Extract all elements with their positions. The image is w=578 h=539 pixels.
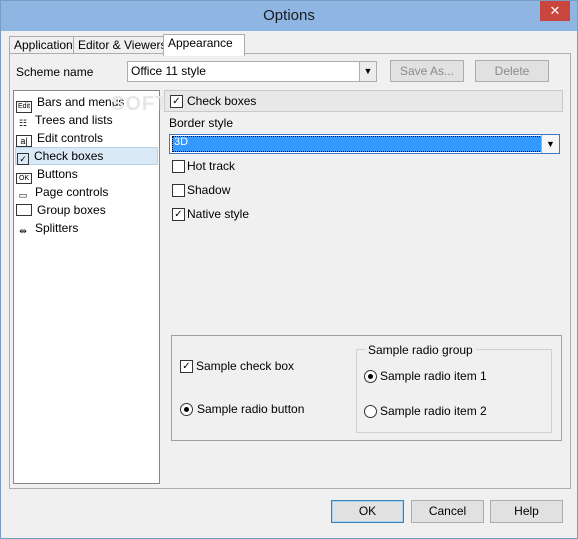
- tree-item-label: Group boxes: [37, 203, 106, 217]
- panel-header-title: Check boxes: [187, 94, 257, 108]
- native-style-checkbox[interactable]: ✓: [172, 208, 185, 221]
- sample-radio-group-title: Sample radio group: [365, 343, 476, 357]
- tree-item-edit-controls[interactable]: a| Edit controls: [16, 130, 104, 147]
- category-tree[interactable]: Edit Bars and menus ☷ Trees and lists a| Ed…: [13, 90, 160, 484]
- tree-item-bars-and-menus[interactable]: Edit Bars and menus: [16, 94, 124, 113]
- title-bar: Options ✕: [1, 1, 577, 31]
- tree-list-icon: ☷: [18, 118, 28, 128]
- button-icon: OK: [16, 173, 32, 184]
- border-style-value: 3D: [174, 136, 189, 148]
- tree-item-label: Edit controls: [37, 131, 104, 145]
- scheme-name-label: Scheme name: [16, 65, 94, 79]
- sample-radio-item-2[interactable]: [364, 405, 377, 418]
- tree-item-label: Page controls: [35, 185, 109, 199]
- shadow-label[interactable]: Shadow: [187, 183, 230, 197]
- panel-header: ✓ Check boxes: [164, 90, 563, 112]
- scheme-name-value: Office 11 style: [131, 64, 206, 78]
- delete-button[interactable]: Delete: [475, 60, 549, 82]
- checkbox-icon: ✓: [17, 153, 29, 165]
- tree-item-buttons[interactable]: OK Buttons: [16, 166, 78, 184]
- splitter-icon: ⇹: [19, 226, 27, 236]
- tree-item-trees-and-lists[interactable]: ☷ Trees and lists: [16, 112, 113, 128]
- tree-item-check-boxes[interactable]: ✓ Check boxes: [15, 147, 158, 165]
- options-dialog: Options ✕ Application Editor & Viewers A…: [0, 0, 578, 539]
- sample-radio-button[interactable]: [180, 403, 193, 416]
- sample-radio-group: [356, 349, 552, 433]
- tree-item-label: Check boxes: [34, 149, 104, 163]
- border-style-label: Border style: [169, 116, 234, 130]
- sample-radio-item-1[interactable]: [364, 370, 377, 383]
- selected-highlight: [172, 136, 542, 152]
- sample-radio-item-1-label[interactable]: Sample radio item 1: [380, 369, 487, 383]
- hot-track-label[interactable]: Hot track: [187, 159, 235, 173]
- tree-item-label: Splitters: [35, 221, 79, 235]
- tab-appearance[interactable]: Appearance: [163, 34, 245, 56]
- help-button[interactable]: Help: [490, 500, 563, 523]
- sample-radio-button-label[interactable]: Sample radio button: [197, 402, 304, 416]
- sample-radio-item-2-label[interactable]: Sample radio item 2: [380, 404, 487, 418]
- tree-item-splitters[interactable]: ⇹ Splitters: [16, 220, 78, 236]
- tree-item-group-boxes[interactable]: Group boxes: [16, 202, 106, 218]
- shadow-checkbox[interactable]: [172, 184, 185, 197]
- window-title: Options: [263, 7, 315, 24]
- border-style-select[interactable]: 3D ▼: [169, 134, 560, 154]
- page-control-icon: ▭: [18, 190, 28, 200]
- save-as-button[interactable]: Save As...: [390, 60, 464, 82]
- tab-application[interactable]: Application: [9, 36, 81, 54]
- scheme-name-combo[interactable]: Office 11 style ▼: [127, 61, 377, 82]
- edit-control-icon: a|: [16, 135, 32, 147]
- tree-item-label: Buttons: [37, 167, 78, 181]
- sample-check-box-label[interactable]: Sample check box: [196, 359, 294, 373]
- cancel-button[interactable]: Cancel: [411, 500, 484, 523]
- chevron-down-icon[interactable]: ▼: [359, 62, 376, 81]
- sample-check-box[interactable]: ✓: [180, 360, 193, 373]
- native-style-label[interactable]: Native style: [187, 207, 249, 221]
- hot-track-checkbox[interactable]: [172, 160, 185, 173]
- close-icon[interactable]: ✕: [540, 1, 570, 21]
- checkbox-icon: ✓: [170, 95, 183, 108]
- ok-button[interactable]: OK: [331, 500, 404, 523]
- tree-item-page-controls[interactable]: ▭ Page controls: [16, 184, 109, 200]
- tab-editor-viewers[interactable]: Editor & Viewers: [73, 36, 171, 54]
- tree-item-label: Trees and lists: [35, 113, 113, 127]
- chevron-down-icon[interactable]: ▼: [541, 135, 559, 153]
- group-box-icon: [16, 204, 32, 216]
